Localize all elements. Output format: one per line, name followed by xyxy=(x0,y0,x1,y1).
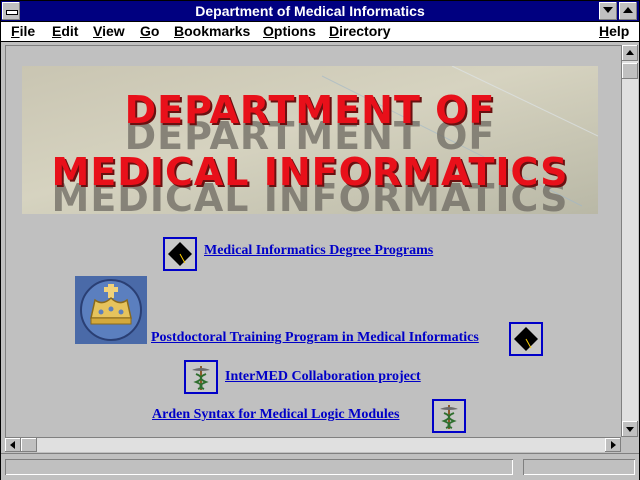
menu-file[interactable]: File xyxy=(11,23,35,40)
scroll-down-button[interactable] xyxy=(622,421,638,437)
crown-seal-icon xyxy=(75,276,147,344)
banner-title-line2: MEDICAL INFORMATICS xyxy=(51,150,569,194)
scroll-up-button[interactable] xyxy=(622,45,638,61)
vertical-scrollbar[interactable] xyxy=(621,45,638,437)
mortarboard-glyph xyxy=(165,239,195,269)
title-bar[interactable]: Department of Medical Informatics xyxy=(1,1,639,22)
caduceus-icon[interactable] xyxy=(432,399,466,433)
menu-options[interactable]: Options xyxy=(263,23,316,40)
link-postdoctoral-program[interactable]: Postdoctoral Training Program in Medical… xyxy=(151,330,479,346)
link-arden-syntax[interactable]: Arden Syntax for Medical Logic Modules xyxy=(152,407,399,423)
link-intermed-project[interactable]: InterMED Collaboration project xyxy=(225,369,421,385)
mortarboard-icon[interactable] xyxy=(509,322,543,356)
menu-edit[interactable]: Edit xyxy=(52,23,78,40)
menu-bar: File Edit View Go Bookmarks Options Dire… xyxy=(1,22,639,42)
triangle-up-icon xyxy=(623,7,633,13)
mortarboard-icon[interactable] xyxy=(163,237,197,271)
scroll-right-button[interactable] xyxy=(605,438,621,452)
maximize-button[interactable] xyxy=(619,2,637,20)
arrow-left-icon xyxy=(10,441,15,449)
status-message xyxy=(5,459,513,475)
arrow-right-icon xyxy=(611,441,616,449)
caduceus-glyph xyxy=(434,401,464,431)
arrow-down-icon xyxy=(626,427,634,432)
browser-window: Department of Medical Informatics File E… xyxy=(0,0,640,480)
caduceus-glyph xyxy=(186,362,216,392)
caduceus-icon[interactable] xyxy=(184,360,218,394)
menu-directory[interactable]: Directory xyxy=(329,23,390,40)
system-menu-button[interactable] xyxy=(2,2,20,20)
scroll-left-button[interactable] xyxy=(5,438,21,452)
link-degree-programs[interactable]: Medical Informatics Degree Programs xyxy=(204,243,433,259)
menu-go[interactable]: Go xyxy=(140,23,159,40)
window-title: Department of Medical Informatics xyxy=(195,3,425,19)
progress-indicator xyxy=(523,459,635,475)
menu-help[interactable]: Help xyxy=(599,23,629,40)
department-banner: DEPARTMENT OF MEDICAL INFORMATICS DEPART… xyxy=(22,66,598,214)
minimize-button[interactable] xyxy=(599,2,617,20)
vertical-scroll-thumb[interactable] xyxy=(622,63,638,79)
status-bar xyxy=(1,453,639,480)
triangle-down-icon xyxy=(603,7,613,13)
mortarboard-glyph xyxy=(511,324,541,354)
horizontal-scrollbar[interactable] xyxy=(5,437,621,452)
horizontal-scroll-thumb[interactable] xyxy=(21,438,37,452)
page-content[interactable]: DEPARTMENT OF MEDICAL INFORMATICS DEPART… xyxy=(5,45,622,438)
menu-bookmarks[interactable]: Bookmarks xyxy=(174,23,250,40)
menu-view[interactable]: View xyxy=(93,23,125,40)
arrow-up-icon xyxy=(626,50,634,55)
banner-title-line1: DEPARTMENT OF xyxy=(124,88,496,132)
